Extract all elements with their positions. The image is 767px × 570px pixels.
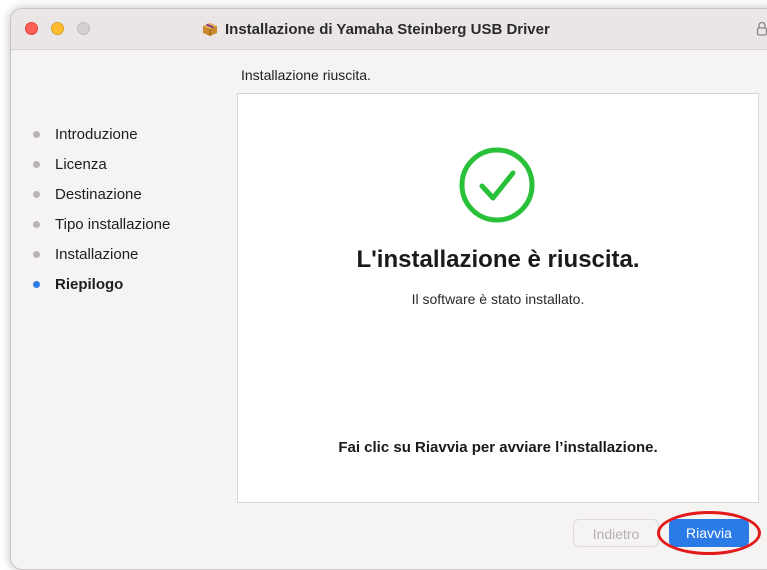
sidebar-item-label: Introduzione <box>55 125 138 143</box>
step-bullet-icon <box>33 250 40 258</box>
installer-steps: Introduzione Licenza Destinazione Tipo i… <box>33 119 170 299</box>
window-title: Installazione di Yamaha Steinberg USB Dr… <box>225 20 550 38</box>
sidebar-item-tipo-installazione: Tipo installazione <box>33 209 170 239</box>
sidebar-item-destinazione: Destinazione <box>33 179 170 209</box>
lock-icon <box>756 21 767 36</box>
sidebar-item-riepilogo: Riepilogo <box>33 269 170 299</box>
zoom-window-button[interactable] <box>77 22 90 35</box>
package-icon <box>203 23 217 36</box>
step-bullet-icon <box>33 160 40 168</box>
sidebar-item-label: Installazione <box>55 245 139 263</box>
minimize-window-button[interactable] <box>51 22 64 35</box>
sidebar-item-label: Destinazione <box>55 185 142 203</box>
sidebar-item-installazione: Installazione <box>33 239 170 269</box>
sidebar-item-introduzione: Introduzione <box>33 119 170 149</box>
installer-window: Installazione di Yamaha Steinberg USB Dr… <box>10 8 767 570</box>
window-title-group: Installazione di Yamaha Steinberg USB Dr… <box>201 19 550 39</box>
success-title: L'installazione è riuscita. <box>356 246 640 273</box>
success-subtitle: Il software è stato installato. <box>411 291 585 307</box>
sidebar-item-label: Licenza <box>55 155 107 173</box>
step-heading: Installazione riuscita. <box>241 67 371 83</box>
restart-button-highlight <box>657 511 761 555</box>
step-bullet-icon <box>33 130 40 138</box>
step-bullet-icon <box>33 190 40 198</box>
title-bar[interactable]: Installazione di Yamaha Steinberg USB Dr… <box>11 9 767 50</box>
active-step-bullet-icon <box>33 280 40 288</box>
checkmark-circle-icon <box>459 147 535 223</box>
step-bullet-icon <box>33 220 40 228</box>
sidebar-item-label: Tipo installazione <box>55 215 171 233</box>
sidebar-item-licenza: Licenza <box>33 149 170 179</box>
restart-hint: Fai clic su Riavvia per avviare l’instal… <box>338 439 658 456</box>
back-button[interactable]: Indietro <box>573 519 659 547</box>
sidebar-item-label: Riepilogo <box>55 275 124 293</box>
close-window-button[interactable] <box>25 22 38 35</box>
content-panel: L'installazione è riuscita. Il software … <box>237 93 759 503</box>
